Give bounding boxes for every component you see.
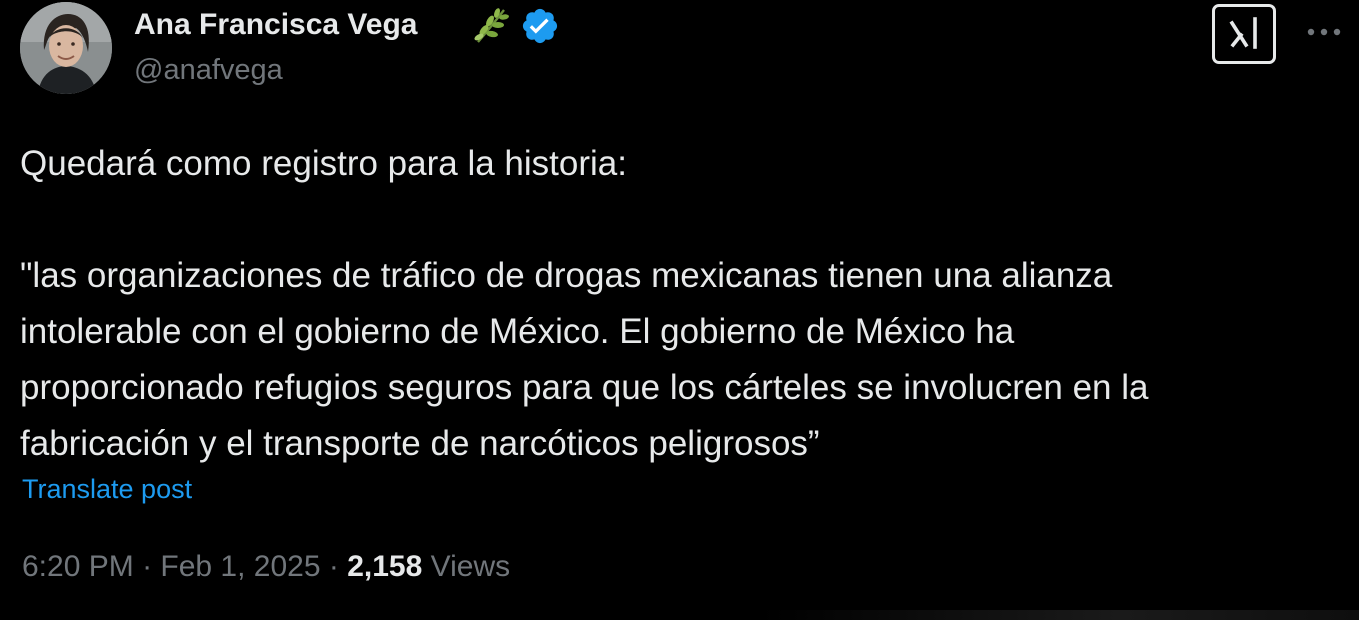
tweet-text-line <box>20 192 1345 248</box>
tweet-text-line: fabricación y el transporte de narcótico… <box>20 424 820 463</box>
tweet-container: Ana Francisca Vega @anafvega Quedará com… <box>0 0 1359 620</box>
views-count: 2,158 <box>347 550 423 583</box>
views-label-text: Views <box>430 550 511 583</box>
tweet-time[interactable]: 6:20 PM <box>22 550 134 583</box>
verified-badge-icon <box>522 8 558 44</box>
bottom-divider <box>760 610 1359 620</box>
views-label: Views <box>422 550 510 583</box>
meta-separator: · <box>133 550 161 583</box>
tweet-text: Quedará como registro para la historia: … <box>20 136 1345 472</box>
tweet-date[interactable]: Feb 1, 2025 <box>160 550 320 583</box>
more-options-button[interactable] <box>1302 14 1346 50</box>
grok-icon <box>1229 17 1257 49</box>
meta-separator: · <box>320 550 348 583</box>
tweet-text-line: "las organizaciones de tráfico de drogas… <box>20 256 1113 295</box>
more-options-icon <box>1307 28 1341 36</box>
tweet-text-line: intolerable con el gobierno de México. E… <box>20 312 1015 351</box>
tweet-meta: 6:20 PM · Feb 1, 2025 · 2,158 Views <box>22 550 510 584</box>
author-name[interactable]: Ana Francisca Vega <box>134 8 417 42</box>
translate-post-link[interactable]: Translate post <box>22 474 192 505</box>
herb-icon <box>474 8 509 43</box>
tweet-text-line: proporcionado refugios seguros para que … <box>20 368 1149 407</box>
author-handle[interactable]: @anafvega <box>134 54 283 87</box>
avatar[interactable] <box>20 2 112 94</box>
avatar-photo <box>20 2 112 94</box>
tweet-text-line: Quedará como registro para la historia: <box>20 144 627 183</box>
grok-button[interactable] <box>1212 4 1276 64</box>
